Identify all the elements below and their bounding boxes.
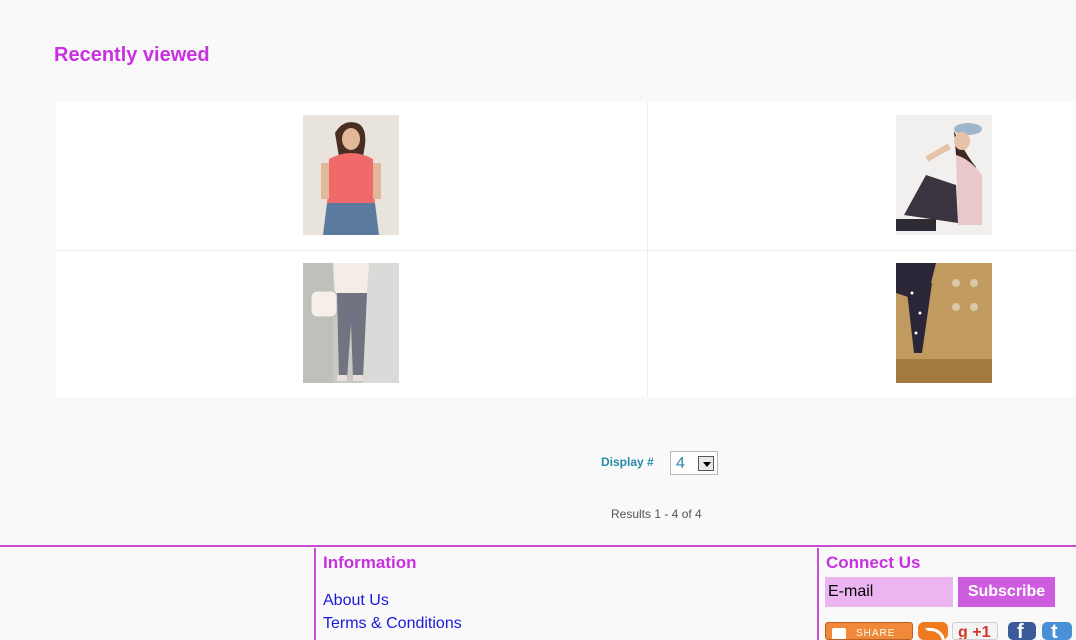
recently-viewed-title: Recently viewed bbox=[54, 44, 210, 66]
rss-icon[interactable] bbox=[918, 622, 948, 640]
footer-column-divider bbox=[817, 548, 819, 640]
twitter-button[interactable]: t bbox=[1042, 622, 1072, 640]
email-field[interactable] bbox=[825, 577, 953, 607]
display-count-label: Display # bbox=[601, 455, 654, 469]
google-plus-icon: g +1 bbox=[958, 624, 991, 640]
product-thumbnail-1[interactable] bbox=[303, 115, 399, 235]
google-plus-button[interactable]: g +1 bbox=[952, 622, 998, 640]
terms-conditions-link[interactable]: Terms & Conditions bbox=[323, 615, 462, 633]
product-thumbnail-2[interactable] bbox=[896, 115, 992, 235]
facebook-icon: f bbox=[1017, 622, 1024, 640]
footer-column-divider bbox=[314, 548, 316, 640]
subscribe-button[interactable]: Subscribe bbox=[958, 577, 1055, 607]
information-title: Information bbox=[323, 553, 417, 572]
product-thumbnail-4[interactable] bbox=[896, 263, 992, 383]
chevron-down-icon[interactable] bbox=[698, 456, 714, 471]
results-count: Results 1 - 4 of 4 bbox=[611, 507, 702, 521]
grid-divider bbox=[56, 250, 1076, 251]
display-count-value: 4 bbox=[676, 455, 685, 472]
display-count-select[interactable]: 4 bbox=[670, 451, 718, 475]
twitter-icon: t bbox=[1051, 622, 1058, 640]
about-us-link[interactable]: About Us bbox=[323, 592, 389, 610]
share-button[interactable]: SHARE bbox=[825, 622, 913, 640]
facebook-button[interactable]: f bbox=[1008, 622, 1036, 640]
product-thumbnail-3[interactable] bbox=[303, 263, 399, 383]
footer-divider bbox=[0, 545, 1076, 547]
share-label: SHARE bbox=[856, 628, 896, 639]
share-icon bbox=[832, 628, 846, 639]
connect-us-title: Connect Us bbox=[826, 553, 921, 572]
recently-viewed-grid bbox=[56, 102, 1076, 397]
